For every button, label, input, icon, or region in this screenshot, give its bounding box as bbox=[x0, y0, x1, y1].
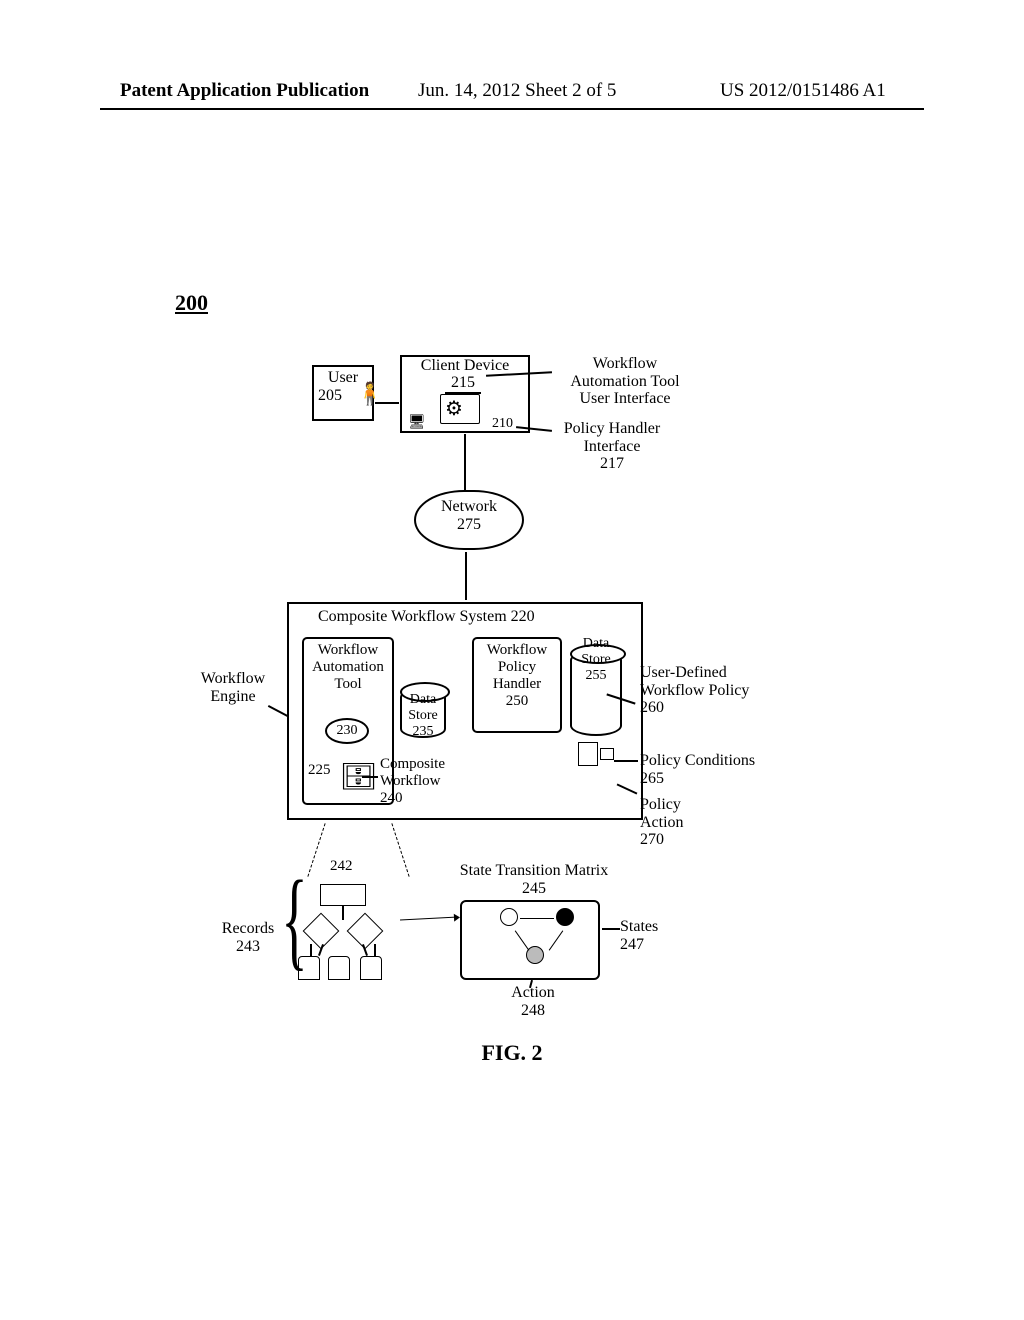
connector bbox=[375, 402, 399, 404]
network-label: Network275 bbox=[414, 498, 524, 534]
callout-policy-action: Policy Action 270 bbox=[640, 796, 730, 849]
record-tab bbox=[328, 956, 350, 980]
arrow bbox=[400, 916, 458, 920]
header-left: Patent Application Publication bbox=[120, 80, 369, 102]
connector bbox=[342, 906, 344, 920]
network-name: Network bbox=[441, 498, 497, 515]
client-device-num: 210 bbox=[492, 416, 513, 432]
system-title: Composite Workflow System 220 bbox=[318, 608, 535, 626]
client-device-title: Client Device bbox=[405, 357, 525, 375]
leader-line bbox=[362, 776, 378, 778]
gear-icon: ⚙ bbox=[445, 396, 463, 421]
num-225: 225 bbox=[308, 762, 331, 779]
callout-workflow-engine: Workflow Engine bbox=[188, 670, 278, 705]
ds235-label: Data Store 235 bbox=[400, 692, 446, 740]
figure-number: 200 bbox=[175, 290, 208, 316]
state-transition-matrix-box bbox=[460, 900, 600, 980]
leader-line bbox=[614, 760, 638, 762]
record-node bbox=[320, 884, 366, 906]
state-node bbox=[500, 908, 518, 926]
record-decision bbox=[347, 913, 384, 950]
action-label: Action 248 bbox=[498, 984, 568, 1020]
policy-document-icon bbox=[578, 742, 614, 770]
callout-wat-ui: Workflow Automation Tool User Interface bbox=[555, 355, 695, 408]
connector bbox=[464, 434, 466, 490]
connector bbox=[465, 552, 467, 600]
wat-title: Workflow Automation Tool bbox=[306, 642, 390, 693]
connector bbox=[374, 944, 376, 956]
ds255-label: Data Store 255 bbox=[570, 636, 622, 684]
transition-arrow bbox=[520, 918, 554, 919]
state-node bbox=[556, 908, 574, 926]
expansion-line bbox=[391, 823, 409, 877]
composite-workflow-label: Composite Workflow 240 bbox=[380, 756, 470, 807]
figure-caption: FIG. 2 bbox=[0, 1040, 1024, 1066]
record-tab bbox=[360, 956, 382, 980]
wph-title: Workflow Policy Handler 250 bbox=[476, 642, 558, 710]
states-label: States 247 bbox=[620, 918, 658, 954]
header-right: US 2012/0151486 A1 bbox=[720, 80, 886, 102]
num-242: 242 bbox=[330, 858, 353, 875]
callout-policy-handler-interface: Policy Handler Interface 217 bbox=[552, 420, 672, 473]
callout-policy-conditions: Policy Conditions 265 bbox=[640, 752, 770, 787]
header-rule bbox=[100, 108, 924, 110]
expansion-line bbox=[307, 823, 325, 877]
leader-line bbox=[602, 928, 620, 930]
record-tab bbox=[298, 956, 320, 980]
client-device-gear-num: 215 bbox=[445, 374, 481, 394]
patent-page: Patent Application Publication Jun. 14, … bbox=[0, 0, 1024, 1320]
callout-user-defined-workflow-policy: User-Defined Workflow Policy 260 bbox=[640, 664, 760, 717]
monitor-icon: 🖥 bbox=[408, 414, 426, 431]
connector bbox=[310, 944, 312, 956]
leader-line bbox=[268, 705, 288, 717]
brace-icon: { bbox=[281, 886, 307, 952]
network-num: 275 bbox=[457, 516, 481, 533]
engine-node-230: 230 bbox=[325, 718, 369, 744]
stm-title: State Transition Matrix 245 bbox=[454, 862, 614, 898]
records-label: Records 243 bbox=[214, 920, 282, 956]
header-mid: Jun. 14, 2012 Sheet 2 of 5 bbox=[418, 80, 616, 102]
